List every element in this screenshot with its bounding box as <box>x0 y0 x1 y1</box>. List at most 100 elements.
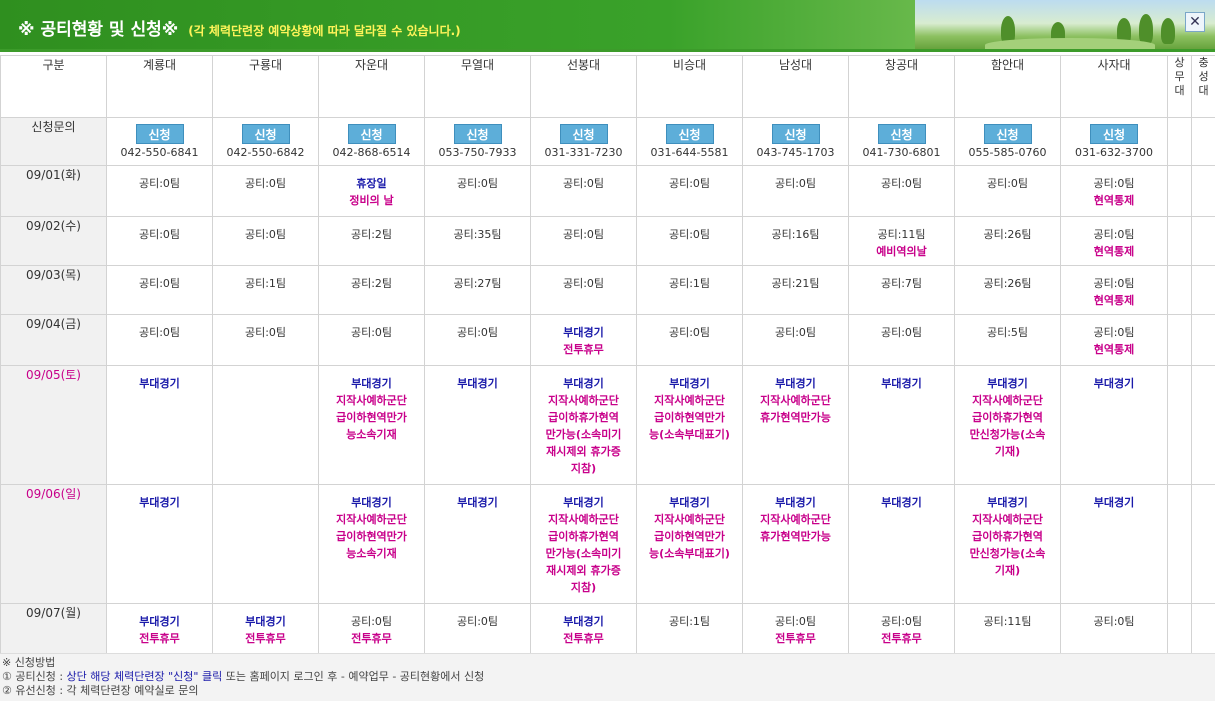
table-row: 09/05(토) 부대경기 부대경기 지작사예하군단 급이하현역만가 능소속기재 부대경기 부… <box>0 365 1215 485</box>
apply-instructions: ※ 신청방법 ① 공티신청 : 상단 해당 체력단련장 "신청" 클릭 또는 홈… <box>0 653 1215 701</box>
status-cell: 공티:0팀 <box>424 603 531 655</box>
status-note: 현역통제 <box>1093 245 1135 258</box>
status-cell: 공티:5팀 <box>954 314 1061 366</box>
column-header-label: 선봉대 <box>566 58 601 72</box>
status-cell <box>1191 265 1215 315</box>
status-cell: 공티:2팀 <box>318 265 425 315</box>
status-note: 전투휴무 <box>881 632 922 645</box>
status-cell: 부대경기 전투휴무 <box>106 603 213 655</box>
column-header: 무열대 <box>424 55 531 118</box>
apply-button[interactable]: 신청 <box>771 124 820 144</box>
status-note: 지작사예하군단 <box>548 513 619 526</box>
apply-cell: 신청 031-331-7230 <box>530 117 637 166</box>
apply-button[interactable]: 신청 <box>983 124 1032 144</box>
status-note: 지작사예하군단 <box>336 513 407 526</box>
apply-row-label: 신청문의 <box>0 117 107 166</box>
status-cell <box>1191 165 1215 217</box>
tee-count: 공티:0팀 <box>774 177 817 190</box>
apply-cell: 신청 031-644-5581 <box>636 117 743 166</box>
apply-button[interactable]: 신청 <box>453 124 502 144</box>
date-cell: 09/05(토) <box>0 365 107 485</box>
status-cell: 공티:11팀 예비역의날 <box>848 216 955 266</box>
status-cell: 부대경기 <box>424 365 531 485</box>
column-header: 계룡대 <box>106 55 213 118</box>
table-row: 09/06(일) 부대경기 부대경기 지작사예하군단 급이하현역만가 능소속기재 부대경기 부… <box>0 484 1215 604</box>
status-cell: 부대경기 지작사예하군단 휴가현역만가능 <box>742 484 849 604</box>
tee-count: 공티:26팀 <box>983 228 1032 241</box>
status-cell: 공티:11팀 <box>954 603 1061 655</box>
status-cell: 공티:0팀 <box>636 314 743 366</box>
apply-cell: 신청 043-745-1703 <box>742 117 849 166</box>
table-row: 09/07(월) 부대경기 전투휴무 부대경기 전투휴무 공티:0팀 전투휴무 공티:0팀 부대… <box>0 603 1215 655</box>
status-cell <box>1191 484 1215 604</box>
column-header: 비승대 <box>636 55 743 118</box>
status-cell: 부대경기 지작사예하군단 급이하현역만가 능소속기재 <box>318 484 425 604</box>
status-note: 능(소속부대표기) <box>649 428 730 441</box>
tee-count: 공티:0팀 <box>774 326 817 339</box>
status-note: 기재) <box>994 445 1021 458</box>
close-button[interactable]: ✕ <box>1185 12 1205 32</box>
instructions-title: ※ 신청방법 <box>2 656 56 669</box>
column-header-label: 상무대 <box>1174 56 1185 98</box>
status-label: 부대경기 <box>881 496 922 509</box>
apply-button[interactable]: 신청 <box>1090 124 1138 144</box>
status-label: 부대경기 <box>351 496 392 509</box>
status-note: 정비의 날 <box>349 194 394 207</box>
status-cell <box>212 484 319 604</box>
status-label: 부대경기 <box>1093 377 1135 390</box>
tee-count: 공티:0팀 <box>138 277 181 290</box>
phone-number: 031-331-7230 <box>544 146 623 159</box>
apply-cell: 신청 053-750-7933 <box>424 117 531 166</box>
tree-decoration <box>1139 14 1153 44</box>
phone-number: 031-644-5581 <box>650 146 729 159</box>
tee-count: 공티:0팀 <box>1093 228 1135 241</box>
status-cell: 공티:0팀 현역통제 <box>1060 165 1168 217</box>
apply-button[interactable]: 신청 <box>559 124 608 144</box>
status-cell: 부대경기 지작사예하군단 급이하휴가현역 만신청가능(소속 기재) <box>954 484 1061 604</box>
status-note: 능소속기재 <box>346 547 397 560</box>
status-cell: 공티:0팀 <box>530 265 637 315</box>
status-cell: 공티:0팀 <box>1060 603 1168 655</box>
tee-count: 공티:0팀 <box>244 177 287 190</box>
phone-number: 043-745-1703 <box>756 146 835 159</box>
date-cell: 09/02(수) <box>0 216 107 266</box>
apply-button[interactable]: 신청 <box>665 124 714 144</box>
date-cell: 09/03(목) <box>0 265 107 315</box>
status-cell: 공티:0팀 <box>318 314 425 366</box>
phone-number: 053-750-7933 <box>438 146 517 159</box>
status-cell: 부대경기 전투휴무 <box>212 603 319 655</box>
status-cell: 공티:0팀현역통제 <box>1060 216 1168 266</box>
status-cell <box>1191 314 1215 366</box>
status-cell: 공티:0팀 <box>954 165 1061 217</box>
status-note: 능(소속부대표기) <box>649 547 730 560</box>
tee-count: 공티:0팀 <box>1093 615 1135 628</box>
instructions-online-suffix: 또는 홈페이지 로그인 후 - 예약업무 - 공티현황에서 신청 <box>222 670 485 683</box>
status-cell: 공티:0팀 <box>530 165 637 217</box>
status-label: 부대경기 <box>139 496 180 509</box>
apply-button[interactable]: 신청 <box>347 124 396 144</box>
apply-button[interactable]: 신청 <box>135 124 184 144</box>
status-label: 부대경기 <box>139 377 180 390</box>
status-note: 휴가현역만가능 <box>760 411 831 424</box>
status-cell: 부대경기 <box>106 484 213 604</box>
phone-number: 042-550-6842 <box>226 146 305 159</box>
status-note: 지작사예하군단 <box>760 394 831 407</box>
status-cell: 공티:0팀 <box>848 165 955 217</box>
status-cell: 공티:0팀 <box>636 216 743 266</box>
status-label: 부대경기 <box>669 377 710 390</box>
column-header-label: 구룡대 <box>248 58 283 72</box>
column-header-label: 함안대 <box>990 58 1025 72</box>
apply-button[interactable]: 신청 <box>877 124 926 144</box>
status-label: 부대경기 <box>563 377 604 390</box>
tee-count: 공티:0팀 <box>1093 326 1135 339</box>
status-cell: 공티:0팀 <box>424 165 531 217</box>
status-cell: 부대경기 지작사예하군단 급이하현역만가 능(소속부대표기) <box>636 484 743 604</box>
popup-header: ※ 공티현황 및 신청※ (각 체력단련장 예약상황에 따라 달라질 수 있습니… <box>0 0 1215 52</box>
tee-count: 공티:0팀 <box>456 326 499 339</box>
apply-button[interactable]: 신청 <box>241 124 290 144</box>
column-header: 충성대 <box>1191 55 1215 118</box>
status-cell: 부대경기 <box>106 365 213 485</box>
status-note: 급이하현역만가 <box>336 411 407 424</box>
status-note: 지작사예하군단 <box>336 394 407 407</box>
status-cell: 공티:0팀 전투휴무 <box>318 603 425 655</box>
